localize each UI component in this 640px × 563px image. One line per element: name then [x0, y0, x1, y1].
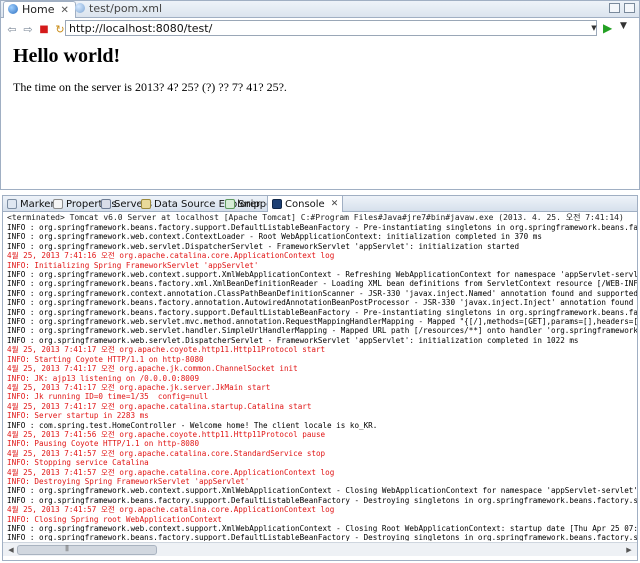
console-view: Markers Properties Servers Data Source E… [2, 195, 638, 561]
tab-home[interactable]: Home ✕ [3, 1, 76, 18]
snippets-icon [225, 199, 235, 209]
tab-console-label: Console [285, 198, 325, 210]
go-icon[interactable]: ▶ [603, 21, 612, 35]
console-line: INFO : org.springframework.beans.factory… [7, 279, 637, 289]
globe-icon [75, 3, 85, 13]
console-line: 4월 25, 2013 7:41:17 오전 org.apache.jk.com… [7, 364, 298, 374]
page-heading: Hello world! [13, 45, 121, 67]
editor-tab-bar: Home ✕ test/pom.xml [1, 1, 639, 18]
console-line: INFO: Pausing Coyote HTTP/1.1 on http-80… [7, 439, 200, 449]
console-line: INFO : org.springframework.web.servlet.D… [7, 335, 579, 345]
console-line: INFO: Closing Spring root WebApplication… [7, 514, 222, 524]
tab-pom-xml[interactable]: test/pom.xml [71, 1, 162, 18]
properties-icon [53, 199, 63, 209]
eclipse-window: Home ✕ test/pom.xml ⇦ ⇨ ■ ↻ ▼ ▶ ▼ Hello w… [0, 0, 640, 563]
console-line: 4월 25, 2013 7:41:57 오전 org.apache.catali… [7, 448, 326, 458]
console-line: INFO: Server startup in 2283 ms [7, 411, 149, 421]
console-line: 4월 25, 2013 7:41:16 오전 org.apache.catali… [7, 251, 335, 261]
horizontal-scrollbar[interactable]: ◀ ||| ▶ [3, 542, 637, 556]
console-line: INFO: Jk running ID=0 time=1/35 config=n… [7, 392, 209, 402]
view-tab-bar: Markers Properties Servers Data Source E… [3, 195, 637, 212]
console-line: INFO : org.springframework.context.annot… [7, 288, 637, 298]
forward-icon[interactable]: ⇨ [20, 21, 36, 37]
close-icon[interactable]: ✕ [331, 197, 339, 212]
servers-icon [101, 199, 111, 209]
console-line: INFO: Starting Coyote HTTP/1.1 on http-8… [7, 354, 204, 364]
console-line: INFO : org.springframework.web.context.s… [7, 486, 637, 496]
console-line: INFO : org.springframework.beans.factory… [7, 495, 637, 505]
url-input[interactable] [65, 20, 597, 36]
console-line: 4월 25, 2013 7:41:57 오전 org.apache.catali… [7, 467, 335, 477]
scroll-right-icon[interactable]: ▶ [623, 544, 635, 556]
console-line: INFO : org.springframework.web.servlet.h… [7, 326, 637, 336]
tab-pom-label: test/pom.xml [89, 2, 163, 15]
console-line: INFO : org.springframework.web.servlet.D… [7, 241, 520, 251]
browser-editor: Home ✕ test/pom.xml ⇦ ⇨ ■ ↻ ▼ ▶ ▼ Hello w… [0, 0, 640, 190]
console-line: INFO : org.springframework.web.context.s… [7, 524, 637, 533]
globe-icon [8, 4, 18, 14]
console-line: INFO: JK: ajp13 listening on /0.0.0.0:80… [7, 373, 200, 383]
tab-home-label: Home [22, 3, 55, 16]
console-line: INFO: Initializing Spring FrameworkServl… [7, 260, 259, 270]
markers-icon [7, 199, 17, 209]
console-line: INFO : com.spring.test.HomeController - … [7, 420, 378, 430]
server-time-text: The time on the server is 2013? 4? 25? (… [13, 80, 287, 94]
console-line: INFO: Destroying Spring FrameworkServlet… [7, 476, 250, 486]
close-icon[interactable]: ✕ [60, 5, 68, 16]
data-source-icon [141, 199, 151, 209]
browser-toolbar: ⇦ ⇨ ■ ↻ ▼ ▶ ▼ [1, 19, 639, 39]
console-line: INFO : org.springframework.beans.factory… [7, 298, 637, 308]
console-line: INFO : org.springframework.beans.factory… [7, 307, 637, 317]
stop-icon[interactable]: ■ [36, 21, 52, 37]
console-line: INFO : org.springframework.web.context.C… [7, 232, 542, 242]
console-line: INFO : org.springframework.beans.factory… [7, 533, 637, 541]
editor-window-controls [609, 3, 635, 13]
page-content: Hello world! The time on the server is 2… [13, 45, 629, 95]
maximize-icon[interactable] [624, 3, 635, 13]
minimize-icon[interactable] [609, 3, 620, 13]
console-line: 4월 25, 2013 7:41:56 오전 org.apache.coyote… [7, 429, 326, 439]
console-output[interactable]: INFO : org.springframework.beans.factory… [3, 223, 637, 541]
console-line: 4월 25, 2013 7:41:17 오전 org.apache.catali… [7, 401, 312, 411]
console-process-title: <terminated> Tomcat v6.0 Server at local… [7, 213, 624, 222]
url-history-dropdown-icon[interactable]: ▼ [589, 20, 599, 36]
console-line: 4월 25, 2013 7:41:17 오전 org.apache.coyote… [7, 345, 326, 355]
scrollbar-thumb[interactable] [17, 545, 157, 555]
tab-markers[interactable]: Markers [7, 196, 60, 212]
console-line: 4월 25, 2013 7:41:17 오전 org.apache.jk.ser… [7, 382, 271, 392]
console-line: INFO : org.springframework.beans.factory… [7, 223, 637, 232]
console-line: INFO: Stopping service Catalina [7, 458, 149, 468]
console-line: 4월 25, 2013 7:41:57 오전 org.apache.catali… [7, 505, 335, 515]
console-line: INFO : org.springframework.web.context.s… [7, 270, 637, 280]
console-line: INFO : org.springframework.web.servlet.m… [7, 317, 637, 327]
tab-console[interactable]: Console ✕ [267, 195, 344, 212]
console-icon [272, 199, 282, 209]
chevron-down-icon[interactable]: ▼ [620, 21, 627, 31]
scrollbar-grip-icon: ||| [65, 545, 69, 552]
scroll-left-icon[interactable]: ◀ [5, 544, 17, 556]
back-icon[interactable]: ⇦ [4, 21, 20, 37]
